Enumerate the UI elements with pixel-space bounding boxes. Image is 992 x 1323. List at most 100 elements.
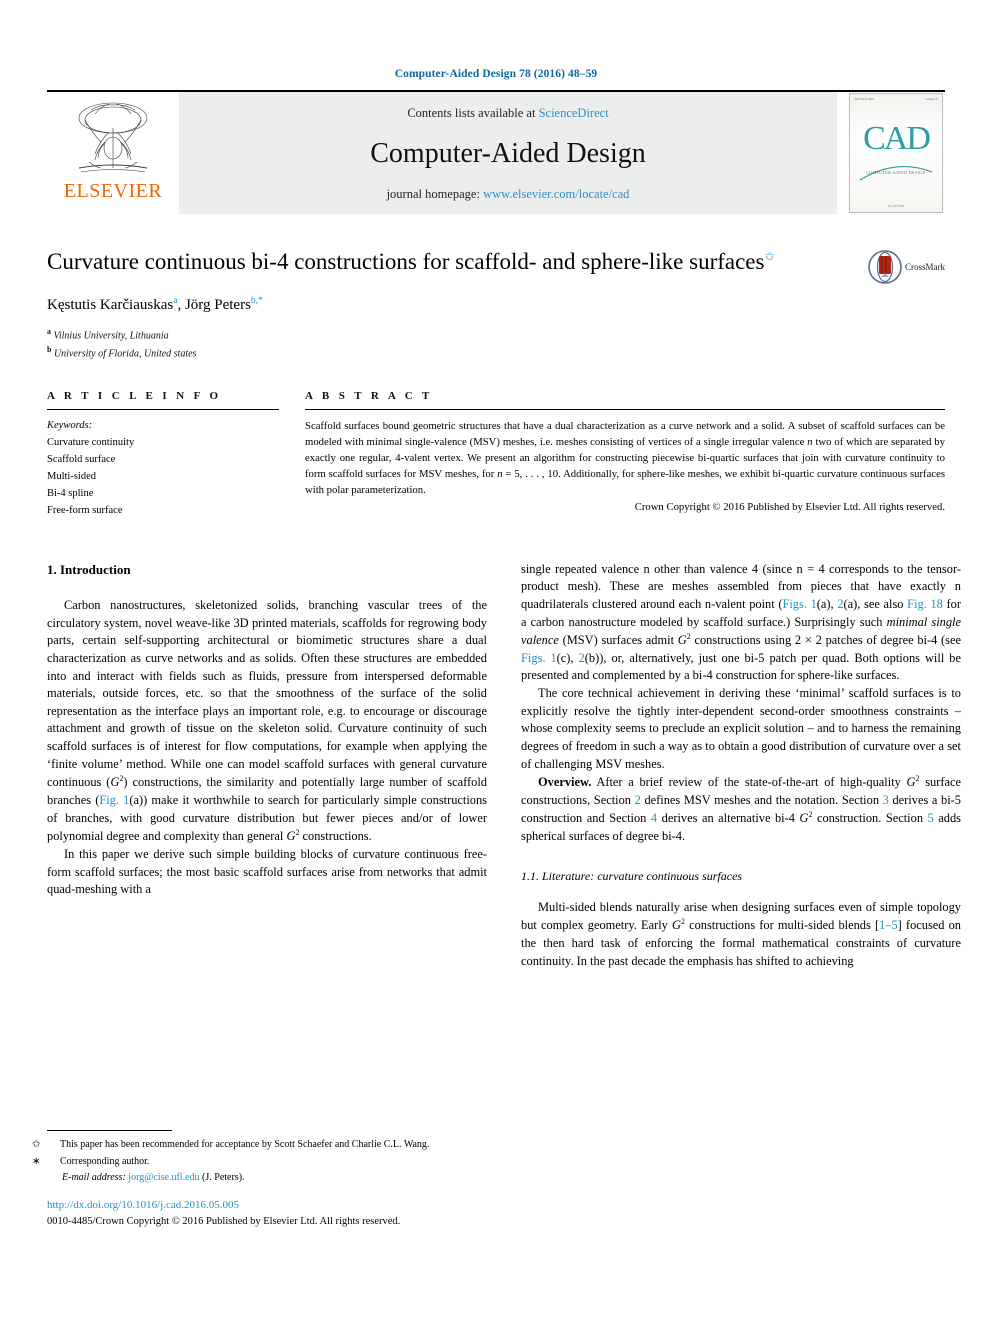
elsevier-logo-block: ELSEVIER xyxy=(47,92,179,214)
elsevier-wordmark: ELSEVIER xyxy=(63,180,163,202)
intro-p1-d: constructions. xyxy=(299,829,372,844)
email-link[interactable]: jorg@cise.ufl.edu xyxy=(128,1172,199,1183)
journal-cover-thumbnail: ISSN 0010-4485 Volume 78 CAD COMPUTER-AI… xyxy=(849,93,943,213)
paragraph-literature-1: Multi-sided blends naturally arise when … xyxy=(521,899,961,971)
overview-g2-symbol: G xyxy=(906,775,916,790)
overview-e: derives an alternative bi-4 xyxy=(657,811,800,826)
journal-masthead: ELSEVIER Contents lists available at Sci… xyxy=(47,90,945,214)
keyword-item: Bi-4 spline xyxy=(47,487,94,499)
keyword-item: Free-form surface xyxy=(47,504,123,516)
figure-link-fig18[interactable]: Fig. 18 xyxy=(907,597,943,611)
journal-cover-block: ISSN 0010-4485 Volume 78 CAD COMPUTER-AI… xyxy=(837,92,945,214)
affiliation-a: a Vilnius University, Lithuania xyxy=(47,326,839,344)
right-p1-j: (b)), or, alternatively, just one bi-5 p… xyxy=(521,650,961,683)
citation-link-1-5[interactable]: 1–5 xyxy=(879,919,898,933)
keyword-item: Curvature continuity xyxy=(47,436,135,448)
keyword-item: Multi-sided xyxy=(47,470,96,482)
sciencedirect-link[interactable]: ScienceDirect xyxy=(539,106,609,120)
right-p1-h: constructions using 2 × 2 patches of deg… xyxy=(690,633,961,648)
cover-top-line: ISSN 0010-4485 Volume 78 xyxy=(854,97,938,107)
crossmark-icon[interactable] xyxy=(868,250,902,284)
subsection-heading-literature: 1.1. Literature: curvature continuous su… xyxy=(521,868,743,883)
keywords-heading: Keywords: xyxy=(47,419,93,431)
homepage-prefix: journal homepage: xyxy=(386,187,484,201)
title-texts: Curvature continuous bi-4 constructions … xyxy=(47,248,863,362)
abstract-copyright: Crown Copyright © 2016 Published by Else… xyxy=(634,500,945,513)
right-g2-symbol: G xyxy=(677,633,687,648)
paragraph-right-1: single repeated valence n other than val… xyxy=(521,561,961,685)
author-list: Kęstutis Karčiauskasa, Jörg Petersb,* xyxy=(47,296,839,314)
keywords-list: Keywords: Curvature continuity Scaffold … xyxy=(47,410,279,519)
paragraph-intro-1: Carbon nanostructures, skeletonized soli… xyxy=(47,597,487,846)
corresponding-author-marker: * xyxy=(258,296,263,307)
footnote-corresponding: ∗ Corresponding author. xyxy=(32,1155,487,1170)
doi-link[interactable]: http://dx.doi.org/10.1016/j.cad.2016.05.… xyxy=(47,1198,487,1214)
page-title: Curvature continuous bi-4 constructions … xyxy=(47,248,839,276)
paragraph-intro-2: In this paper we derive such simple buil… xyxy=(47,846,487,897)
overview-f: construction. Section xyxy=(812,811,928,826)
footnote-rule xyxy=(47,1130,172,1131)
crossmark-badge[interactable]: CrossMark xyxy=(868,250,945,284)
author-two: , Jörg Peters xyxy=(177,297,251,314)
right-p1-b: other than valence 4 (since xyxy=(649,561,797,576)
footnote-acceptance-text: This paper has been recommended for acce… xyxy=(60,1139,430,1150)
affiliation-a-text: Vilnius University, Lithuania xyxy=(53,330,169,342)
paragraph-overview: Overview. After a brief review of the st… xyxy=(521,773,961,846)
contents-available-line: Contents lists available at ScienceDirec… xyxy=(407,106,608,121)
affiliations: a Vilnius University, Lithuania b Univer… xyxy=(47,326,839,362)
body-columns: 1. Introduction Carbon nanostructures, s… xyxy=(47,561,961,971)
figure-link-figs1[interactable]: Figs. 1 xyxy=(782,597,816,611)
title-footnote-marker: ✩ xyxy=(764,249,775,264)
journal-homepage-line: journal homepage: www.elsevier.com/locat… xyxy=(387,187,630,202)
intro-p1-a: Carbon nanostructures, skeletonized soli… xyxy=(47,598,487,790)
right-column: single repeated valence n other than val… xyxy=(521,561,961,971)
journal-homepage-link[interactable]: www.elsevier.com/locate/cad xyxy=(483,187,629,201)
lit-g2-symbol: G xyxy=(671,918,681,933)
footnote-acceptance: ✩ This paper has been recommended for acc… xyxy=(32,1138,487,1153)
overview-c: defines MSV meshes and the notation. Sec… xyxy=(640,792,883,807)
footnote-corresponding-text: Corresponding author. xyxy=(60,1155,150,1167)
masthead-center: Contents lists available at ScienceDirec… xyxy=(179,92,837,214)
cover-footer: ELSEVIER xyxy=(887,204,905,208)
cover-cad-letters: CAD xyxy=(863,120,931,157)
email-label: E-mail address: xyxy=(62,1172,126,1183)
lit-b: constructions for multi-sided blends [ xyxy=(684,918,880,933)
paper-page: Computer-Aided Design 78 (2016) 48–59 EL… xyxy=(0,0,992,1323)
left-column: 1. Introduction Carbon nanostructures, s… xyxy=(47,561,487,971)
footnote-email: E-mail address: jorg@cise.ufl.edu (J. Pe… xyxy=(47,1171,487,1186)
running-head: Computer-Aided Design 78 (2016) 48–59 xyxy=(394,68,598,80)
overview-a: After a brief review of the state-of-the… xyxy=(591,775,907,790)
footnote-marker-asterisk: ∗ xyxy=(32,1155,41,1167)
journal-title: Computer-Aided Design xyxy=(370,138,646,169)
crossmark-label: CrossMark xyxy=(905,262,945,272)
crossmark-block[interactable]: CrossMark xyxy=(863,248,945,362)
affiliation-a-marker: a xyxy=(47,327,51,337)
abstract-text: Scaffold surfaces bound geometric struct… xyxy=(305,410,945,498)
cover-volume: Volume 78 xyxy=(924,97,938,101)
cover-issn: ISSN 0010-4485 xyxy=(854,97,875,101)
elsevier-tree-icon xyxy=(78,102,148,173)
section-heading-introduction: 1. Introduction xyxy=(47,561,131,577)
affiliation-b: b University of Florida, United states xyxy=(47,344,839,362)
issn-copyright: 0010-4485/Crown Copyright © 2016 Publish… xyxy=(47,1216,401,1228)
author-one: Kęstutis Karčiauskas xyxy=(47,297,174,314)
figure-link-1a[interactable]: Fig. 1 xyxy=(99,793,129,807)
right-p1-i: (c), xyxy=(556,650,579,665)
email-suffix: (J. Peters). xyxy=(199,1172,245,1183)
affiliation-b-text: University of Florida, United states xyxy=(53,348,197,360)
author-two-affil-marker: b, xyxy=(250,296,259,307)
article-info-column: A R T I C L E I N F O Keywords: Curvatur… xyxy=(47,390,305,519)
article-info-heading: A R T I C L E I N F O xyxy=(47,389,222,402)
right-p1-d: (a), xyxy=(816,596,838,611)
overview-label: Overview. xyxy=(538,775,592,790)
footnotes-block: ✩ This paper has been recommended for acc… xyxy=(32,1130,487,1230)
info-abstract-section: A R T I C L E I N F O Keywords: Curvatur… xyxy=(47,390,945,519)
contents-prefix: Contents lists available at xyxy=(407,106,539,120)
figure-link-figs1c[interactable]: Figs. 1 xyxy=(521,651,557,665)
affiliation-b-marker: b xyxy=(47,344,52,354)
right-p1-g: (MSV) surfaces admit xyxy=(558,633,678,648)
cover-subtitle: COMPUTER-AIDED DESIGN xyxy=(866,170,926,175)
keyword-item: Scaffold surface xyxy=(47,453,116,465)
title-block: Curvature continuous bi-4 constructions … xyxy=(47,248,945,362)
title-text: Curvature continuous bi-4 constructions … xyxy=(47,249,765,274)
